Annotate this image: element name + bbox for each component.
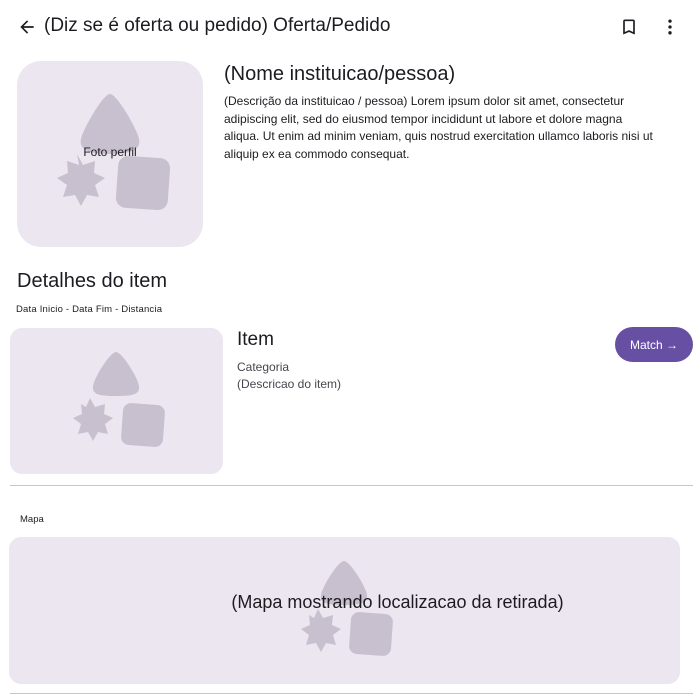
item-title: Item (237, 329, 274, 350)
placeholder-shapes-icon (73, 352, 165, 447)
map-label: Mapa (20, 514, 44, 525)
map-caption: (Mapa mostrando localizacao da retirada) (231, 592, 564, 612)
org-name: (Nome instituicao/pessoa) (224, 63, 456, 85)
profile-photo-caption: Foto perfil (83, 145, 137, 159)
item-description: (Descricao do item) (237, 377, 342, 391)
match-button[interactable]: Match → (615, 327, 693, 362)
divider (10, 485, 693, 486)
map-placeholder[interactable]: (Mapa mostrando localizacao da retirada) (9, 537, 680, 684)
item-meta: Data Inicio - Data Fim - Distancia (16, 304, 163, 315)
section-title-details: Detalhes do item (17, 270, 168, 292)
arrow-back-icon[interactable] (14, 14, 40, 40)
item-category: Categoria (237, 360, 290, 374)
top-app-bar: (Diz se é oferta ou pedido) Oferta/Pedid… (0, 0, 696, 54)
page-title: (Diz se é oferta ou pedido) Oferta/Pedid… (44, 15, 391, 36)
more-vert-icon[interactable] (657, 14, 683, 40)
divider (10, 693, 693, 694)
bookmark-icon[interactable] (616, 14, 642, 40)
item-image (10, 328, 223, 474)
profile-photo: Foto perfil (17, 61, 203, 247)
org-description: (Descrição da instituicao / pessoa) Lore… (224, 94, 653, 161)
